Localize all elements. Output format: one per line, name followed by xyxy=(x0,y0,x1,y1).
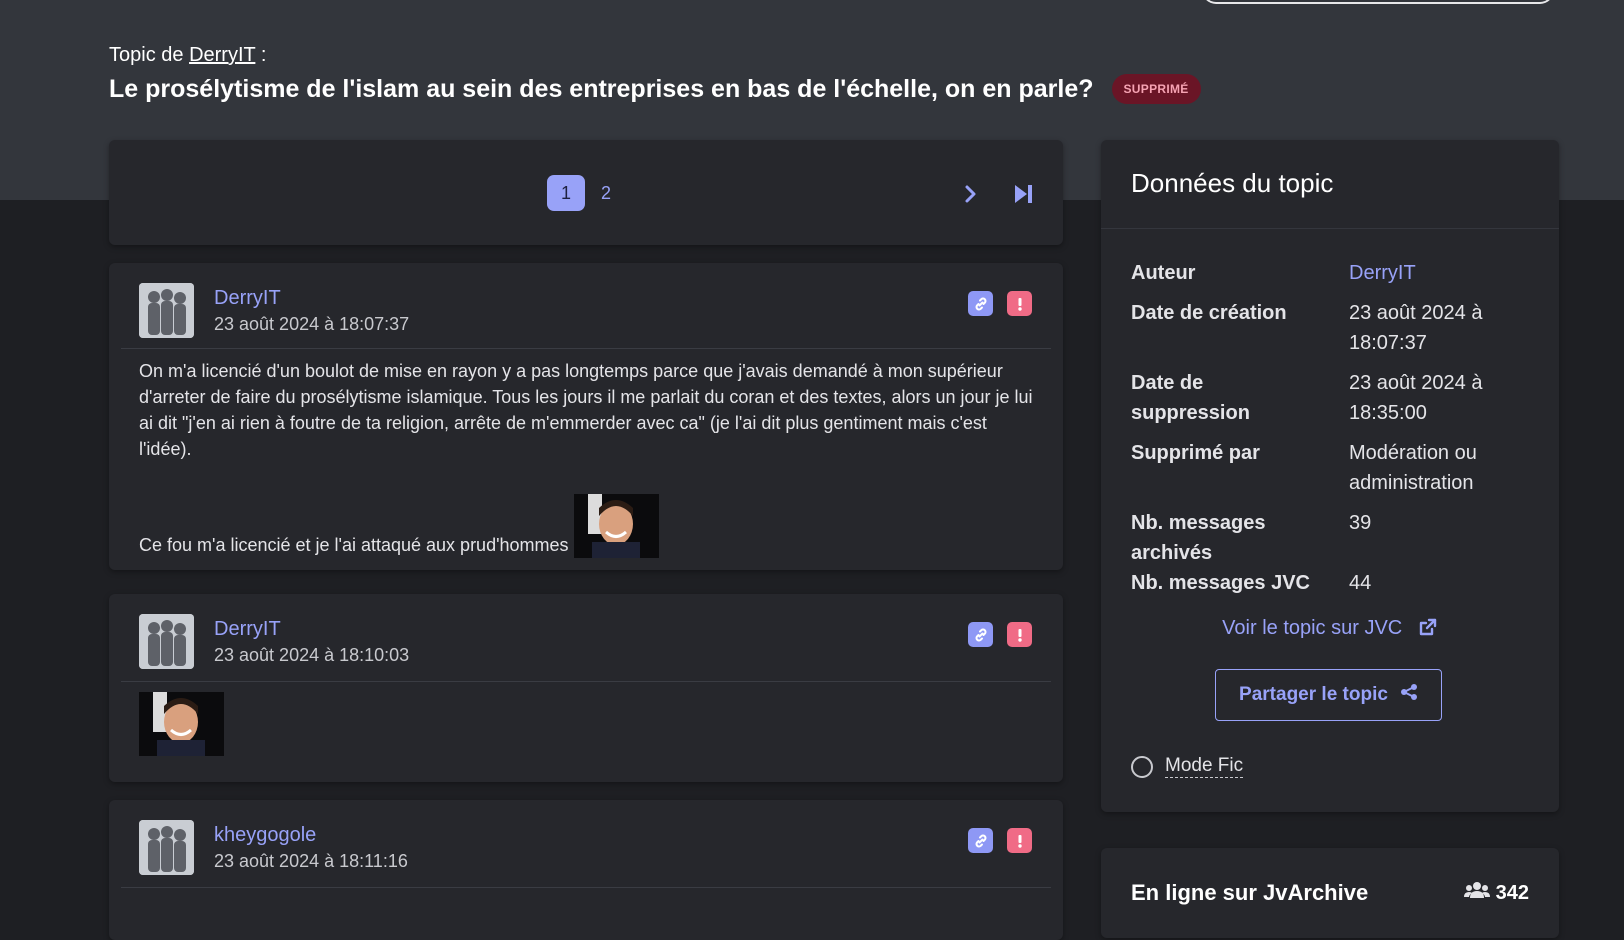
report-icon[interactable] xyxy=(1007,291,1032,316)
avatar[interactable] xyxy=(139,820,194,875)
share-topic-button[interactable]: Partager le topic xyxy=(1215,669,1442,721)
avatar[interactable] xyxy=(139,614,194,669)
value-deleted: 23 août 2024 à 18:35:00 xyxy=(1349,372,1483,424)
skip-to-last-icon[interactable] xyxy=(1009,180,1037,208)
online-title: En ligne sur JvArchive xyxy=(1131,880,1369,905)
post-author-link[interactable]: DerryIT xyxy=(214,287,281,310)
post-card: DerryIT 23 août 2024 à 18:10:03 xyxy=(109,594,1063,782)
panel-divider xyxy=(1101,228,1559,229)
post-date: 23 août 2024 à 18:10:03 xyxy=(214,645,410,665)
search-bar-edge[interactable] xyxy=(1202,0,1554,4)
share-icon xyxy=(1400,683,1418,707)
post-content: On m'a licencié d'un boulot de mise en r… xyxy=(139,358,1039,558)
topic-author-link[interactable]: DerryIT xyxy=(189,44,255,66)
link-icon[interactable] xyxy=(968,291,993,316)
topic-byline: Topic de DerryIT : xyxy=(109,44,267,66)
post-divider xyxy=(121,887,1051,888)
report-icon[interactable] xyxy=(1007,828,1032,853)
pagination-card: 1 2 xyxy=(109,140,1063,245)
post-date: 23 août 2024 à 18:07:37 xyxy=(214,314,410,334)
chevron-right-icon[interactable] xyxy=(957,180,985,208)
post-paragraph: Ce fou m'a licencié et je l'ai attaqué a… xyxy=(139,494,1039,558)
page-title: Le prosélytisme de l'islam au sein des e… xyxy=(109,74,1201,104)
post-content xyxy=(139,692,1039,756)
view-on-jvc-link[interactable]: Voir le topic sur JVC xyxy=(1101,617,1559,643)
post-date: 23 août 2024 à 18:11:16 xyxy=(214,851,408,871)
label-jvc-count: Nb. messages JVC xyxy=(1131,572,1310,594)
value-archived-count: 39 xyxy=(1349,512,1372,534)
page-1-button[interactable]: 1 xyxy=(547,175,585,211)
label-deleted-by: Supprimé par xyxy=(1131,442,1260,464)
label-author: Auteur xyxy=(1131,262,1196,284)
post-header: DerryIT 23 août 2024 à 18:10:03 xyxy=(139,614,1039,670)
label-created: Date de création xyxy=(1131,302,1287,324)
post-card: kheygogole 23 août 2024 à 18:11:16 xyxy=(109,800,1063,940)
avatar[interactable] xyxy=(139,283,194,338)
panel-title: Données du topic xyxy=(1131,168,1334,198)
users-icon xyxy=(1463,880,1490,906)
post-header: DerryIT 23 août 2024 à 18:07:37 xyxy=(139,283,1039,339)
topic-title-text: Le prosélytisme de l'islam au sein des e… xyxy=(109,74,1094,103)
post-paragraph: On m'a licencié d'un boulot de mise en r… xyxy=(139,361,1033,459)
topic-data-panel: Données du topic Auteur DerryIT Date de … xyxy=(1101,140,1559,812)
mode-fic-toggle[interactable]: Mode Fic xyxy=(1131,755,1244,778)
reaction-gif xyxy=(573,494,659,558)
label-deleted: Date de suppression xyxy=(1131,372,1250,424)
mode-fic-label: Mode Fic xyxy=(1165,755,1244,778)
value-jvc-count: 44 xyxy=(1349,572,1372,594)
link-icon[interactable] xyxy=(968,622,993,647)
link-icon[interactable] xyxy=(968,828,993,853)
post-author-link[interactable]: DerryIT xyxy=(214,618,281,641)
deleted-badge: SUPPRIMÉ xyxy=(1111,74,1201,104)
value-author-link[interactable]: DerryIT xyxy=(1349,258,1549,288)
online-count: 342 xyxy=(1463,880,1529,906)
value-created: 23 août 2024 à 18:07:37 xyxy=(1349,302,1483,354)
report-icon[interactable] xyxy=(1007,622,1032,647)
label-archived-count: Nb. messages archivés xyxy=(1131,512,1266,564)
online-panel: En ligne sur JvArchive 342 xyxy=(1101,848,1559,938)
value-deleted-by: Modération ou administration xyxy=(1349,442,1477,494)
page-2-button[interactable]: 2 xyxy=(587,175,625,211)
post-card: DerryIT 23 août 2024 à 18:07:37 On m'a l… xyxy=(109,263,1063,570)
post-divider xyxy=(121,348,1051,349)
post-header: kheygogole 23 août 2024 à 18:11:16 xyxy=(139,820,1039,876)
external-link-icon xyxy=(1418,617,1438,643)
reaction-gif xyxy=(139,692,224,756)
mode-fic-checkbox[interactable] xyxy=(1131,755,1153,778)
post-author-link[interactable]: kheygogole xyxy=(214,824,316,847)
post-divider xyxy=(121,681,1051,682)
